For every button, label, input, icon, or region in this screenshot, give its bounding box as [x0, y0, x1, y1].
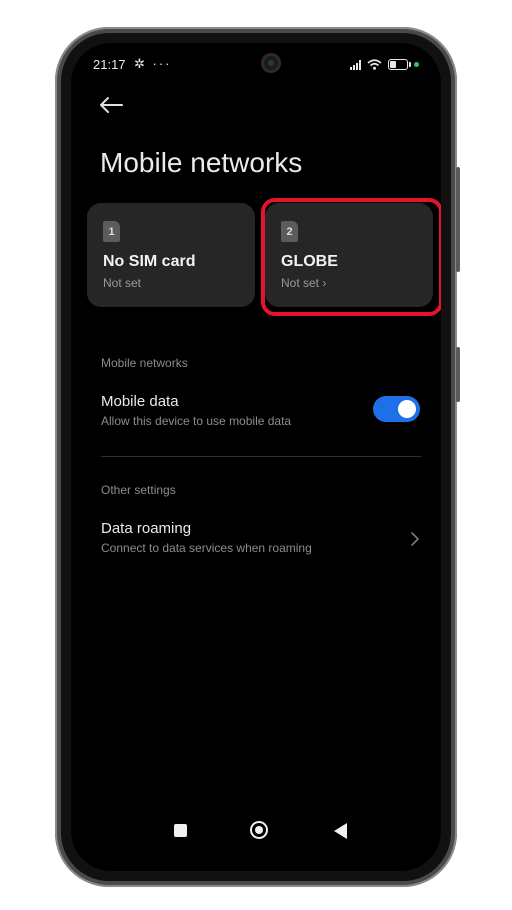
- battery-icon: [388, 59, 411, 70]
- toggle-knob: [398, 400, 416, 418]
- privacy-indicator-dot: [414, 62, 419, 67]
- highlight-box: [261, 198, 441, 316]
- status-right-icons: [350, 59, 419, 70]
- section-header-mobile-networks: Mobile networks: [101, 356, 188, 370]
- data-roaming-title: Data roaming: [101, 520, 192, 537]
- section-header-other-settings: Other settings: [101, 483, 176, 497]
- status-time: 21:17: [93, 57, 126, 72]
- status-bar: 21:17 ✲ ···: [93, 56, 419, 77]
- recents-button-icon[interactable]: [174, 824, 187, 837]
- back-arrow-icon[interactable]: [98, 95, 124, 115]
- sim-slot-1-icon: 1: [103, 221, 120, 242]
- divider: [101, 456, 421, 457]
- navigation-bar: [71, 819, 441, 843]
- chevron-right-icon: [411, 532, 419, 546]
- data-roaming-subtitle: Connect to data services when roaming: [101, 541, 312, 555]
- mobile-data-title: Mobile data: [101, 393, 179, 410]
- mobile-data-toggle[interactable]: [373, 396, 420, 422]
- signal-icon: [350, 59, 361, 70]
- power-button: [456, 347, 460, 402]
- page-title: Mobile networks: [100, 147, 303, 178]
- phone-bezel: 21:17 ✲ ··· Mobile networks 1 No SIM car…: [61, 33, 451, 881]
- phone-frame: 21:17 ✲ ··· Mobile networks 1 No SIM car…: [55, 27, 460, 887]
- notification-icons: ✲ ···: [134, 56, 172, 71]
- sim-card-status: Not set: [103, 276, 142, 290]
- volume-button: [456, 167, 460, 272]
- sim-card-name: No SIM card: [103, 253, 196, 270]
- back-button-icon[interactable]: [334, 823, 347, 839]
- sim-card-1[interactable]: 1 No SIM card Not set: [87, 203, 255, 307]
- screen: 21:17 ✲ ··· Mobile networks 1 No SIM car…: [71, 43, 441, 871]
- wifi-icon: [367, 59, 382, 70]
- home-button-icon[interactable]: [250, 821, 268, 839]
- mobile-data-subtitle: Allow this device to use mobile data: [101, 414, 292, 428]
